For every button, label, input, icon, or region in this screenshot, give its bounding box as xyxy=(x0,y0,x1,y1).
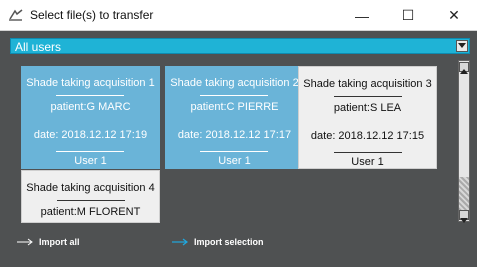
arrow-right-icon xyxy=(17,238,33,246)
card-divider xyxy=(56,95,124,96)
card-patient: patient:M FLORENT xyxy=(40,206,141,218)
card-divider xyxy=(56,151,124,152)
card-title: Shade taking acquisition 4 xyxy=(26,182,155,194)
import-all-button[interactable]: Import all xyxy=(17,237,80,247)
card-date: date: 2018.12.12 17:17 xyxy=(177,129,292,141)
scroll-down-button[interactable] xyxy=(459,210,469,223)
card-divider xyxy=(200,95,268,96)
chevron-down-icon xyxy=(458,43,466,48)
card-user: User 1 xyxy=(74,155,107,167)
chevron-up-icon xyxy=(460,69,468,74)
acquisition-list: Shade taking acquisition 1 patient:G MAR… xyxy=(12,60,458,228)
card-divider xyxy=(334,96,402,97)
title-bar: Select file(s) to transfer — ☐ ✕ xyxy=(0,0,477,31)
card-divider xyxy=(200,151,268,152)
maximize-button[interactable]: ☐ xyxy=(385,0,431,31)
card-divider xyxy=(57,200,125,201)
scroll-up-button[interactable] xyxy=(459,62,469,74)
card-date: date: 2018.12.12 17:15 xyxy=(310,130,425,142)
card-user: User 1 xyxy=(218,155,251,167)
card-title: Shade taking acquisition 2 xyxy=(170,77,299,89)
chevron-down-icon xyxy=(460,218,468,223)
card-date: date: 2018.12.12 17:19 xyxy=(33,129,148,141)
import-selection-label: Import selection xyxy=(194,237,264,247)
user-filter-value: All users xyxy=(15,40,62,54)
close-button[interactable]: ✕ xyxy=(431,0,477,31)
card-title: Shade taking acquisition 1 xyxy=(26,77,155,89)
app-icon xyxy=(8,7,24,23)
window-title: Select file(s) to transfer xyxy=(30,8,154,22)
acquisition-card[interactable]: Shade taking acquisition 3 patient:S LEA… xyxy=(298,66,437,169)
arrow-right-icon xyxy=(172,238,188,246)
card-user: User 1 xyxy=(351,156,384,168)
user-filter-dropdown[interactable]: All users xyxy=(10,38,470,54)
card-divider xyxy=(334,152,402,153)
acquisition-card[interactable]: Shade taking acquisition 2 patient:C PIE… xyxy=(165,66,304,169)
acquisition-card[interactable]: Shade taking acquisition 1 patient:G MAR… xyxy=(21,66,160,169)
import-all-label: Import all xyxy=(39,237,80,247)
dropdown-button[interactable] xyxy=(456,40,468,52)
import-selection-button[interactable]: Import selection xyxy=(172,237,264,247)
vertical-scrollbar[interactable] xyxy=(458,60,470,223)
card-patient: patient:S LEA xyxy=(333,102,402,114)
card-title: Shade taking acquisition 3 xyxy=(303,78,432,90)
minimize-button[interactable]: — xyxy=(339,0,385,31)
scroll-thumb[interactable] xyxy=(459,177,469,210)
card-patient: patient:C PIERRE xyxy=(190,101,279,113)
card-patient: patient:G MARC xyxy=(50,101,131,113)
acquisition-card[interactable]: Shade taking acquisition 4 patient:M FLO… xyxy=(21,170,160,223)
